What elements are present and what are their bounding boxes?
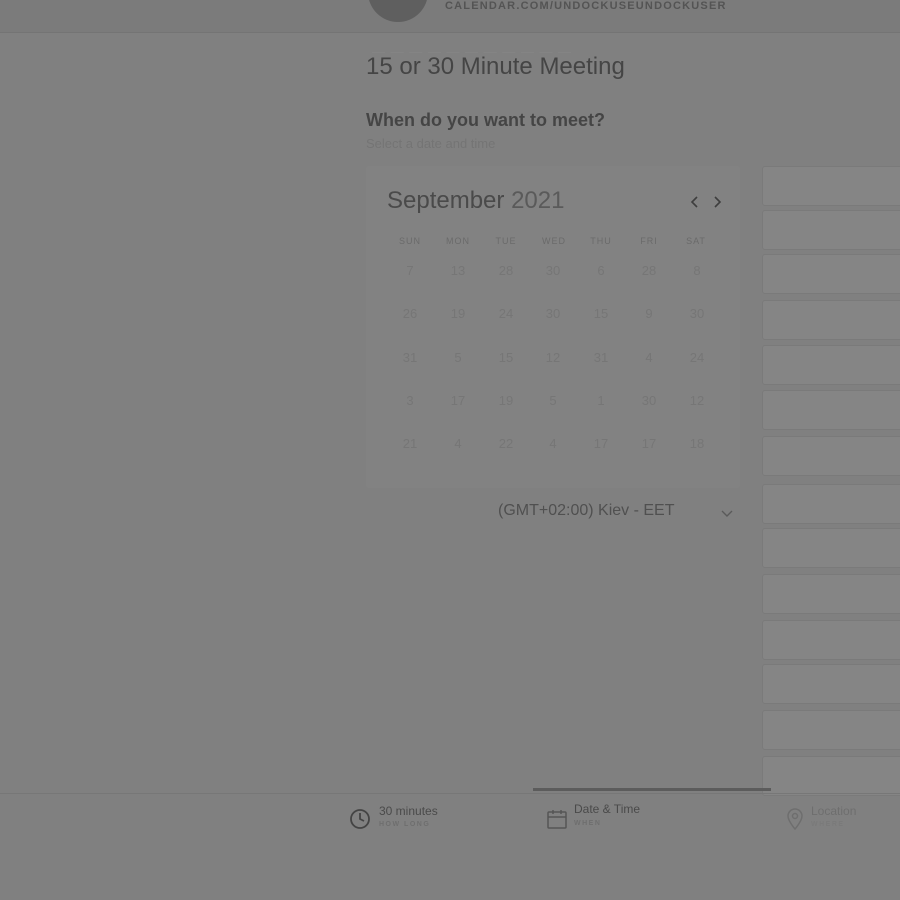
time-slot-button[interactable]: [762, 345, 900, 385]
calendar-day[interactable]: 8: [677, 258, 717, 284]
calendar-day[interactable]: 19: [486, 388, 526, 414]
weekday-header: SUN MON TUE WED THU FRI SAT: [386, 236, 720, 250]
calendar-day[interactable]: 9: [629, 301, 669, 327]
next-month-button[interactable]: [708, 190, 726, 214]
time-slot-button[interactable]: [762, 756, 900, 796]
time-slot-button[interactable]: [762, 390, 900, 430]
month-name: September: [387, 187, 505, 214]
step-sublabel: WHERE: [811, 821, 845, 828]
step-label: 30 minutes: [379, 804, 438, 818]
calendar-day[interactable]: 31: [581, 345, 621, 371]
weekday-label: SAT: [686, 236, 706, 246]
step-sublabel: HOW LONG: [379, 821, 431, 828]
weekday-label: THU: [590, 236, 612, 246]
calendar-day[interactable]: 4: [533, 431, 573, 457]
time-slot-button[interactable]: [762, 166, 900, 206]
calendar-day[interactable]: 1: [581, 388, 621, 414]
top-bar: CALENDAR.COM/UNDOCKUSEUNDOCKUSER: [0, 0, 900, 33]
date-question: When do you want to meet?: [366, 110, 605, 130]
calendar-day[interactable]: 17: [581, 431, 621, 457]
booking-url: CALENDAR.COM/UNDOCKUSEUNDOCKUSER: [445, 0, 727, 12]
calendar-day[interactable]: 30: [677, 301, 717, 327]
calendar-day[interactable]: 17: [629, 431, 669, 457]
calendar-day[interactable]: 15: [581, 301, 621, 327]
step-label: Location: [811, 804, 857, 818]
weekday-label: FRI: [640, 236, 658, 246]
calendar-day[interactable]: 19: [438, 301, 478, 327]
calendar-day[interactable]: 21: [390, 431, 430, 457]
previous-month-button[interactable]: [686, 190, 704, 214]
calendar-day[interactable]: 22: [486, 431, 526, 457]
time-slot-button[interactable]: [762, 528, 900, 568]
time-slot-button[interactable]: [762, 574, 900, 614]
calendar-day[interactable]: 30: [533, 258, 573, 284]
event-title: 15 or 30 Minute Meeting: [366, 53, 625, 80]
calendar-month-title: September 2021: [387, 187, 564, 215]
step-progress-indicator: [533, 788, 771, 791]
time-slot-button[interactable]: [762, 436, 900, 476]
calendar-day[interactable]: 4: [438, 431, 478, 457]
clock-icon: [350, 809, 370, 829]
time-slot-button[interactable]: [762, 664, 900, 704]
calendar-day[interactable]: 24: [486, 301, 526, 327]
location-pin-icon: [787, 808, 803, 830]
step-sublabel: WHEN: [574, 820, 602, 827]
calendar-day[interactable]: 7: [390, 258, 430, 284]
calendar-day[interactable]: 18: [677, 431, 717, 457]
timezone-select[interactable]: (GMT+02:00) Kiev - EET: [498, 502, 738, 526]
calendar-day[interactable]: 13: [438, 258, 478, 284]
avatar: [368, 0, 428, 22]
calendar-day[interactable]: 15: [486, 345, 526, 371]
calendar-day[interactable]: 12: [677, 388, 717, 414]
weekday-label: WED: [542, 236, 566, 246]
calendar-icon: [547, 810, 567, 829]
calendar-day[interactable]: 31: [390, 345, 430, 371]
time-slot-button[interactable]: [762, 210, 900, 250]
calendar-day[interactable]: 24: [677, 345, 717, 371]
calendar-day[interactable]: 4: [629, 345, 669, 371]
step-label: Date & Time: [574, 802, 641, 816]
calendar-day[interactable]: 28: [486, 258, 526, 284]
chevron-left-icon: [690, 196, 698, 208]
time-slot-button[interactable]: [762, 254, 900, 294]
chevron-right-icon: [714, 196, 722, 208]
calendar-day[interactable]: 26: [390, 301, 430, 327]
weekday-label: TUE: [495, 236, 517, 246]
weekday-label: SUN: [398, 236, 421, 246]
chevron-down-icon: [721, 510, 733, 517]
time-slot-button[interactable]: [762, 620, 900, 660]
footer-divider: [0, 793, 900, 794]
timezone-value: (GMT+02:00) Kiev - EET: [498, 502, 675, 519]
calendar-day[interactable]: 3: [390, 388, 430, 414]
calendar-day[interactable]: 17: [438, 388, 478, 414]
calendar-day[interactable]: 6: [581, 258, 621, 284]
calendar-day[interactable]: 30: [533, 301, 573, 327]
calendar-day[interactable]: 28: [629, 258, 669, 284]
calendar-day[interactable]: 5: [533, 388, 573, 414]
calendar-day[interactable]: 12: [533, 345, 573, 371]
weekday-label: MON: [446, 236, 470, 246]
calendar-day[interactable]: 5: [438, 345, 478, 371]
time-slot-button[interactable]: [762, 484, 900, 524]
time-slot-button[interactable]: [762, 710, 900, 750]
date-subtitle: Select a date and time: [366, 136, 496, 151]
calendar-day[interactable]: 30: [629, 388, 669, 414]
time-slot-button[interactable]: [762, 300, 900, 340]
year: 2021: [511, 187, 565, 214]
